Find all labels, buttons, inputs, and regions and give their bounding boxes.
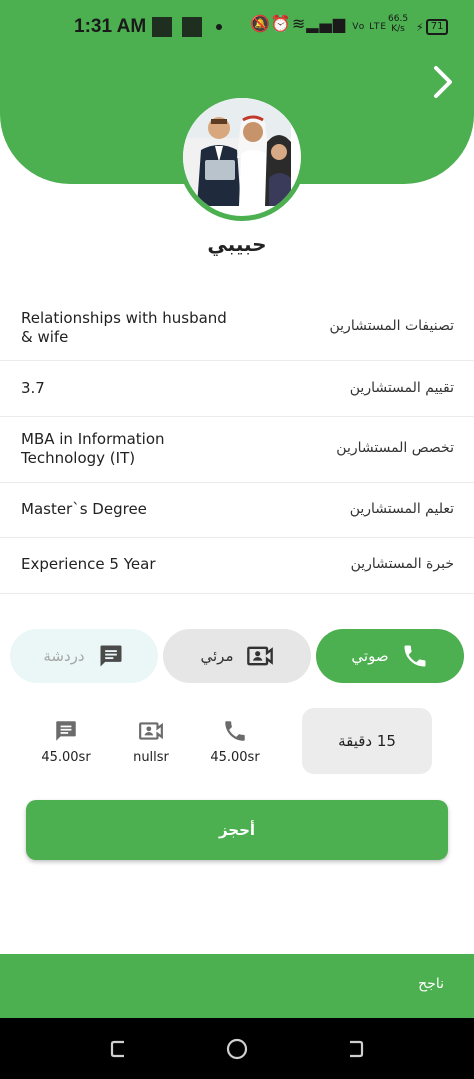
alarm-icon: ⏰ bbox=[270, 14, 292, 33]
education-value: Master`s Degree bbox=[21, 500, 147, 518]
avatar bbox=[178, 93, 306, 221]
info-row-rating: 3.7 تقييم المستشارين bbox=[0, 360, 474, 417]
video-price-value: nullsr bbox=[133, 750, 169, 765]
specialty-value: MBA in Information Technology (IT) bbox=[21, 430, 165, 467]
voice-price-value: 45.00sr bbox=[210, 750, 260, 765]
phone-icon bbox=[404, 645, 426, 667]
chat-mode-label: دردشة bbox=[43, 647, 85, 665]
duration-value: 15 دقيقة bbox=[338, 732, 396, 750]
info-row-specialty: MBA in Information Technology (IT) تخصص … bbox=[0, 416, 474, 483]
video-mode-button[interactable]: مرئي bbox=[163, 629, 311, 683]
battery-level: 71 bbox=[425, 19, 449, 35]
snackbar: ناجح bbox=[0, 954, 474, 1018]
rating-label: تقييم المستشارين bbox=[349, 380, 454, 396]
volte-label: Vo LTE bbox=[352, 22, 388, 32]
recents-nav-button[interactable] bbox=[107, 1037, 131, 1061]
notification-icon bbox=[182, 17, 202, 37]
rating-value: 3.7 bbox=[21, 379, 45, 397]
mute-icon: 🔕 bbox=[250, 14, 271, 33]
voice-price: 45.00sr bbox=[200, 718, 270, 765]
back-nav-button[interactable] bbox=[343, 1037, 367, 1061]
voice-mode-button[interactable]: صوتي bbox=[316, 629, 464, 683]
wifi-icon: ≋ bbox=[291, 14, 307, 33]
signal-icon: ▂▄▆ bbox=[306, 14, 347, 33]
categories-value: Relationships with husband & wife bbox=[21, 309, 227, 346]
chevron-right-icon bbox=[434, 66, 452, 98]
status-icons: 🔕⏰≋▂▄▆ Vo LTE bbox=[250, 14, 387, 33]
chat-icon bbox=[100, 645, 122, 667]
home-nav-button[interactable] bbox=[225, 1037, 249, 1061]
video-icon bbox=[246, 646, 273, 666]
chat-icon bbox=[56, 721, 76, 741]
chat-price-value: 45.00sr bbox=[41, 750, 91, 765]
voice-mode-label: صوتي bbox=[351, 647, 389, 665]
categories-label: تصنيفات المستشارين bbox=[329, 318, 455, 334]
experience-label: خبرة المستشارين bbox=[350, 556, 454, 572]
status-time: 1:31 AM bbox=[74, 16, 147, 37]
more-notifications-icon bbox=[216, 24, 222, 30]
info-row-experience: Experience 5 Year خبرة المستشارين bbox=[0, 537, 474, 594]
chat-price: 45.00sr bbox=[31, 718, 101, 765]
info-row-categories: Relationships with husband & wife تصنيفا… bbox=[0, 294, 474, 361]
notification-icon bbox=[152, 17, 172, 37]
chat-mode-button[interactable]: دردشة bbox=[10, 629, 158, 683]
book-button-label: أحجز bbox=[218, 821, 256, 839]
duration-selector[interactable]: 15 دقيقة bbox=[302, 708, 432, 774]
video-mode-label: مرئي bbox=[200, 647, 234, 665]
charging-icon: ⚡ bbox=[416, 20, 424, 34]
back-button[interactable] bbox=[426, 64, 460, 100]
experience-value: Experience 5 Year bbox=[21, 555, 156, 573]
net-speed: 66.5 K/s bbox=[388, 14, 409, 34]
consultant-name: حبيبي bbox=[207, 232, 267, 256]
system-nav-bar bbox=[0, 1018, 474, 1079]
battery-indicator: ⚡ 71 bbox=[416, 19, 449, 35]
book-button[interactable]: أحجز bbox=[26, 800, 448, 860]
info-row-education: Master`s Degree تعليم المستشارين bbox=[0, 482, 474, 538]
video-price: nullsr bbox=[116, 718, 186, 765]
video-icon bbox=[139, 722, 163, 740]
education-label: تعليم المستشارين bbox=[349, 501, 454, 517]
snackbar-message: ناجح bbox=[418, 976, 444, 992]
phone-icon bbox=[225, 721, 245, 741]
specialty-label: تخصص المستشارين bbox=[336, 440, 454, 456]
status-bar: 1:31 AM 🔕⏰≋▂▄▆ Vo LTE 66.5 K/s ⚡ 71 bbox=[0, 0, 474, 56]
